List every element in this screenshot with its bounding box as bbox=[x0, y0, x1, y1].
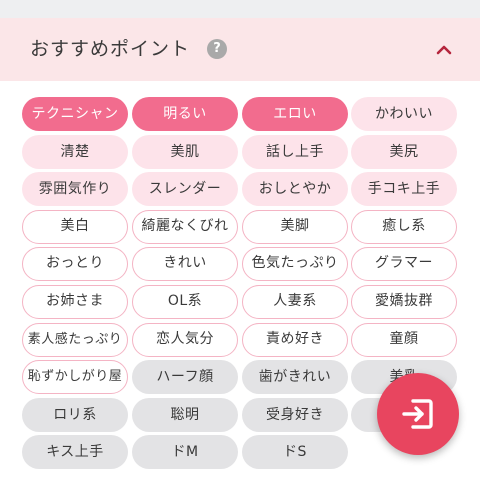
tag-pill[interactable]: 美白 bbox=[22, 210, 128, 244]
tag-pill[interactable]: 童顔 bbox=[351, 323, 457, 357]
tag-pill[interactable]: おっとり bbox=[22, 247, 128, 281]
tag-pill[interactable]: テクニシャン bbox=[22, 97, 128, 131]
tag-pill[interactable]: 恋人気分 bbox=[132, 323, 238, 357]
tag-pill[interactable]: 歯がきれい bbox=[242, 360, 348, 394]
tag-pill[interactable]: 雰囲気作り bbox=[22, 172, 128, 206]
tag-pill[interactable]: 話し上手 bbox=[242, 135, 348, 169]
tag-pill[interactable]: 愛嬌抜群 bbox=[351, 285, 457, 319]
tag-pill[interactable]: 聡明 bbox=[132, 398, 238, 432]
tag-pill[interactable]: エロい bbox=[242, 97, 348, 131]
tag-pill[interactable]: 素人感たっぷり bbox=[22, 323, 128, 357]
tag-pill[interactable]: おしとやか bbox=[242, 172, 348, 206]
tag-pill[interactable]: 受身好き bbox=[242, 398, 348, 432]
tag-pill[interactable]: お姉さま bbox=[22, 285, 128, 319]
tag-pill[interactable]: 明るい bbox=[132, 97, 238, 131]
tag-pill[interactable]: 美脚 bbox=[242, 210, 348, 244]
enter-button[interactable] bbox=[377, 373, 459, 455]
tag-pill[interactable]: 恥ずかしがり屋 bbox=[22, 360, 128, 394]
enter-icon bbox=[402, 399, 433, 429]
tag-pill[interactable]: 美尻 bbox=[351, 135, 457, 169]
tag-pill[interactable]: ハーフ顔 bbox=[132, 360, 238, 394]
tag-pill[interactable]: 手コキ上手 bbox=[351, 172, 457, 206]
tag-pill[interactable]: 責め好き bbox=[242, 323, 348, 357]
tag-pill[interactable]: OL系 bbox=[132, 285, 238, 319]
tag-pill[interactable]: 綺麗なくびれ bbox=[132, 210, 238, 244]
tag-pill[interactable]: ドM bbox=[132, 435, 238, 469]
tag-pill[interactable]: きれい bbox=[132, 247, 238, 281]
tag-pill[interactable]: ロリ系 bbox=[22, 398, 128, 432]
tag-pill[interactable]: キス上手 bbox=[22, 435, 128, 469]
tag-pill[interactable]: 清楚 bbox=[22, 135, 128, 169]
tag-pill[interactable]: 癒し系 bbox=[351, 210, 457, 244]
tag-pill[interactable]: かわいい bbox=[351, 97, 457, 131]
tag-pill[interactable]: グラマー bbox=[351, 247, 457, 281]
tag-pill[interactable]: スレンダー bbox=[132, 172, 238, 206]
tag-pill[interactable]: 色気たっぷり bbox=[242, 247, 348, 281]
tag-pill[interactable]: ドS bbox=[242, 435, 348, 469]
tag-pill[interactable]: 人妻系 bbox=[242, 285, 348, 319]
tag-pill[interactable]: 美肌 bbox=[132, 135, 238, 169]
